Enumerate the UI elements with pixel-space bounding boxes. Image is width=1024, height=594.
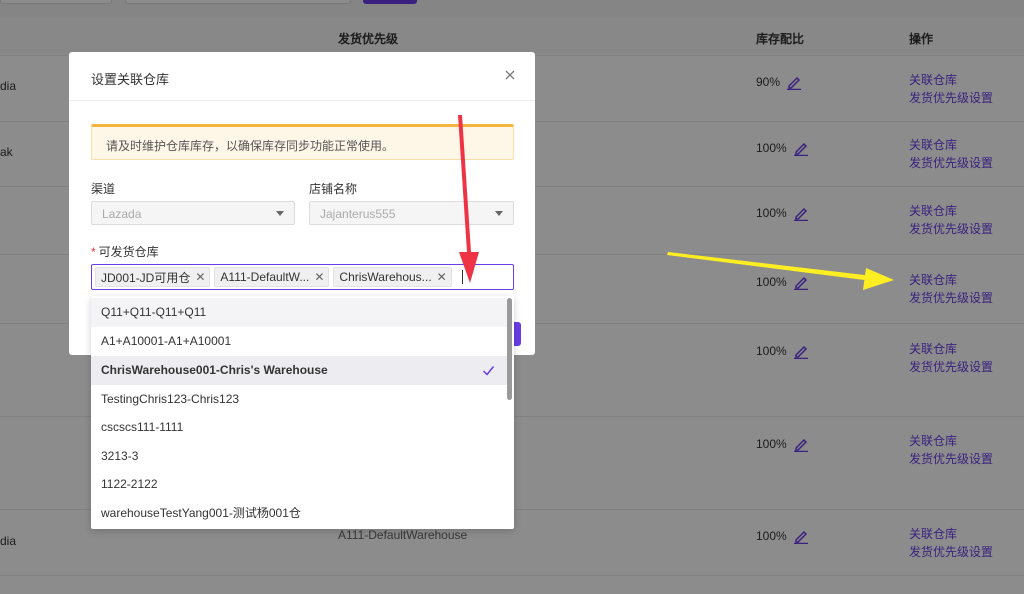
dropdown-option-selected[interactable]: ChrisWarehouse001-Chris's Warehouse <box>91 356 507 385</box>
tag-label: A111-DefaultW... <box>220 270 310 284</box>
chevron-down-icon <box>495 211 503 216</box>
tag-label: ChrisWarehous... <box>339 270 432 284</box>
channel-value: Lazada <box>102 207 142 221</box>
warehouse-tag: A111-DefaultW... ✕ <box>214 267 330 287</box>
tag-close-icon[interactable]: ✕ <box>195 270 205 284</box>
chevron-down-icon <box>276 211 284 216</box>
alert-text: 请及时维护仓库库存，以确保库存同步功能正常使用。 <box>106 139 395 153</box>
shop-select[interactable]: Jajanterus555 <box>309 201 514 225</box>
shop-value: Jajanterus555 <box>320 207 396 221</box>
shop-label: 店铺名称 <box>309 182 358 196</box>
warehouse-multiselect[interactable]: JD001-JD可用仓 ✕ A111-DefaultW... ✕ ChrisWare… <box>91 264 514 290</box>
warning-alert: 请及时维护仓库库存，以确保库存同步功能正常使用。 <box>91 124 514 160</box>
dropdown-option[interactable]: TestingChris123-Chris123 <box>91 385 507 414</box>
dropdown-scrollbar[interactable] <box>507 298 512 400</box>
dropdown-option[interactable]: 3213-3 <box>91 442 507 471</box>
modal-header: 设置关联仓库 <box>69 52 535 101</box>
close-icon[interactable] <box>501 66 519 84</box>
warehouse-label-text: 可发货仓库 <box>98 245 159 259</box>
required-asterisk: * <box>91 245 96 259</box>
dropdown-option[interactable]: Q11+Q11-Q11+Q11 <box>91 298 507 327</box>
channel-label: 渠道 <box>91 182 116 196</box>
check-icon <box>482 366 495 376</box>
tag-close-icon[interactable]: ✕ <box>437 270 447 284</box>
warehouse-tag: JD001-JD可用仓 ✕ <box>95 267 211 287</box>
channel-select[interactable]: Lazada <box>91 201 295 225</box>
text-cursor <box>461 270 463 284</box>
tag-close-icon[interactable]: ✕ <box>314 270 324 284</box>
dropdown-option[interactable]: cscscs111-1111 <box>91 413 507 442</box>
warehouse-label: * 可发货仓库 <box>91 243 159 260</box>
dropdown-option[interactable]: 1122-2122 <box>91 470 507 499</box>
tag-label: JD001-JD可用仓 <box>101 270 191 285</box>
warehouse-tag: ChrisWarehous... ✕ <box>333 267 452 287</box>
dropdown-option[interactable]: A1+A10001-A1+A10001 <box>91 327 507 356</box>
warehouse-dropdown: Q11+Q11-Q11+Q11 A1+A10001-A1+A10001 Chri… <box>91 296 514 529</box>
modal-title: 设置关联仓库 <box>91 72 170 87</box>
option-label: ChrisWarehouse001-Chris's Warehouse <box>101 363 328 377</box>
dropdown-option[interactable]: warehouseTestYang001-测试杨001仓 <box>91 499 507 528</box>
